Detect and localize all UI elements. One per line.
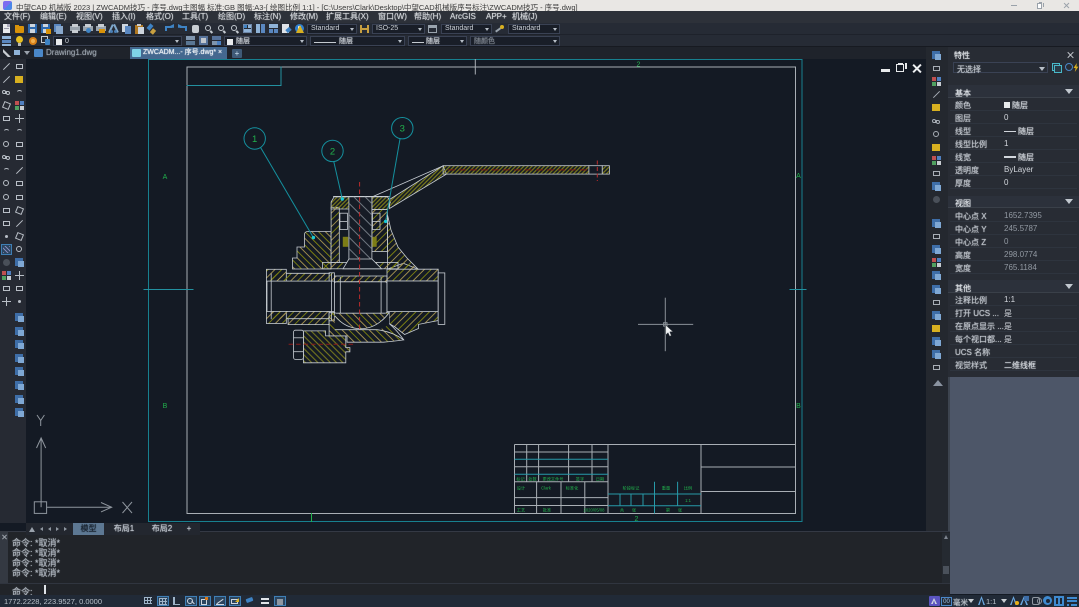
svg-text:标准化: 标准化 [566,485,579,492]
svg-text:B: B [796,403,801,410]
svg-text:1: 1 [252,134,257,145]
svg-text:共: 共 [620,507,624,514]
svg-text:张: 张 [632,507,637,514]
svg-text:2: 2 [330,146,335,157]
svg-text:更改文件号: 更改文件号 [543,476,564,483]
svg-text:处数: 处数 [528,476,537,483]
svg-text:2020/05/08: 2020/05/08 [584,508,606,513]
svg-text:A: A [796,173,801,180]
svg-text:比例: 比例 [684,485,692,492]
svg-text:阶段标记: 阶段标记 [623,485,641,492]
svg-text:重量: 重量 [662,485,670,492]
svg-text:B: B [163,403,168,410]
svg-text:标记: 标记 [516,476,525,483]
svg-text:张: 张 [678,507,683,514]
svg-text:2: 2 [635,516,639,523]
svg-text:1:1: 1:1 [685,498,691,503]
svg-text:批准: 批准 [543,507,551,514]
svg-text:2: 2 [637,62,641,69]
svg-text:设计: 设计 [517,485,525,492]
svg-text:第: 第 [666,507,670,514]
svg-text:签字: 签字 [576,476,584,482]
svg-text:工艺: 工艺 [517,508,525,513]
svg-text:3: 3 [400,124,405,135]
svg-text:Clark: Clark [541,486,552,491]
svg-text:A: A [163,174,168,181]
